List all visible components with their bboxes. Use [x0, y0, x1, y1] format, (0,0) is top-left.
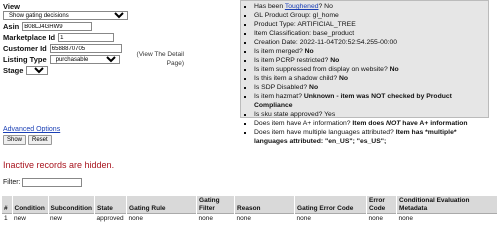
cell-number: 1 — [2, 213, 12, 224]
item-info-list: Has been Toughened? No GL Product Group:… — [244, 2, 485, 146]
asin-input[interactable] — [22, 22, 93, 31]
filter-label: Filter: — [3, 179, 21, 186]
col-header-subcondition[interactable]: Subcondition — [48, 196, 96, 214]
cell-gating-rule: none — [126, 213, 197, 224]
stage-select[interactable]: prod — [26, 66, 49, 75]
info-answer: Item does — [352, 120, 387, 127]
info-a-plus: Does item have A+ information? Item does… — [254, 119, 485, 128]
info-shadow-child: Is this item a shadow child? No — [254, 74, 485, 83]
marketplace-label: Marketplace Id — [3, 33, 56, 42]
info-answer: No — [330, 57, 340, 64]
info-answer: No — [339, 75, 349, 82]
gating-decisions-table: # Condition Subcondition State Gating Ru… — [2, 196, 498, 224]
info-text: ? No — [318, 3, 333, 10]
info-question: Is item hazmat? — [254, 93, 304, 100]
inactive-records-notice: Inactive records are hidden. — [3, 160, 115, 170]
search-form: View Show gating decisions Asin Marketpl… — [3, 2, 131, 77]
col-header-condition[interactable]: Condition — [12, 196, 49, 214]
cell-conditional-metadata: none — [396, 213, 498, 224]
info-question: Is item PCRP restricted? — [254, 57, 331, 64]
view-select[interactable]: Show gating decisions — [3, 11, 128, 20]
cell-subcondition: new — [48, 213, 95, 224]
cell-condition: new — [12, 213, 48, 224]
item-info-panel: Has been Toughened? No GL Product Group:… — [240, 0, 489, 145]
listing-label: Listing Type — [3, 55, 47, 64]
info-answer: No — [304, 48, 314, 55]
col-header-gating-rule[interactable]: Gating Rule — [126, 196, 198, 214]
listing-type-select[interactable]: purchasable — [49, 55, 120, 64]
info-answer: No — [389, 66, 399, 73]
info-languages: Does item have multiple languages attrib… — [254, 128, 485, 146]
info-question: Is item merged? — [254, 48, 305, 55]
col-header-conditional-metadata[interactable]: Conditional Evaluation Metadata — [396, 196, 498, 214]
info-suppressed: Is item suppressed from display on websi… — [254, 65, 485, 74]
toughened-link[interactable]: Toughened — [285, 3, 319, 10]
filter-row: Filter: — [3, 178, 82, 187]
info-toughened: Has been Toughened? No — [254, 2, 485, 11]
form-buttons: Show Reset — [3, 135, 52, 145]
cell-state: approved — [94, 213, 127, 224]
info-question: Is this item a shadow child? — [254, 75, 340, 82]
col-header-gating-error-code[interactable]: Gating Error Code — [294, 196, 368, 214]
asin-row: Asin — [3, 22, 131, 31]
col-header-reason[interactable]: Reason — [234, 196, 296, 214]
listing-row: Listing Type purchasable — [3, 55, 131, 64]
customer-label: Customer Id — [3, 44, 47, 53]
reset-button[interactable]: Reset — [28, 135, 52, 145]
table-header-row: # Condition Subcondition State Gating Ru… — [2, 196, 498, 214]
info-question: Does item have multiple languages attrib… — [254, 129, 396, 136]
info-sku-state: Is sku state approved? Yes — [254, 110, 485, 119]
info-merged: Is item merged? No — [254, 47, 485, 56]
info-question: Does item have A+ information? — [254, 120, 353, 127]
info-answer-emphasis: NOT — [386, 120, 401, 127]
info-answer: No — [309, 84, 319, 91]
view-detail-link[interactable]: (View The Detail Page) — [132, 50, 184, 68]
col-header-gating-filter[interactable]: Gating Filter — [196, 196, 236, 214]
advanced-options-link[interactable]: Advanced Options — [3, 126, 60, 133]
info-question: Is item suppressed from display on websi… — [254, 66, 390, 73]
info-pcrp: Is item PCRP restricted? No — [254, 56, 485, 65]
cell-reason: none — [234, 213, 295, 224]
info-question: Is SDP Disabled? — [254, 84, 310, 91]
view-label: View — [3, 2, 20, 11]
table-row: 1 new new approved none none none none n… — [2, 213, 498, 224]
col-header-number[interactable]: # — [2, 196, 13, 214]
info-gl-product-group: GL Product Group: gl_home — [254, 11, 485, 20]
marketplace-input[interactable] — [58, 33, 115, 42]
customer-row: Customer Id — [3, 44, 131, 53]
customer-input[interactable] — [49, 44, 122, 53]
info-product-type: Product Type: ARTIFICIAL_TREE — [254, 20, 485, 29]
info-sdp-disabled: Is SDP Disabled? No — [254, 83, 485, 92]
marketplace-row: Marketplace Id — [3, 33, 131, 42]
cell-error-code: none — [366, 213, 397, 224]
info-answer: have A+ information — [400, 120, 468, 127]
cell-gating-filter: none — [196, 213, 235, 224]
cell-gating-error-code: none — [294, 213, 367, 224]
info-creation-date: Creation Date: 2022-11-04T20:52:54.255-0… — [254, 38, 485, 47]
col-header-error-code[interactable]: Error Code — [366, 196, 398, 214]
stage-label: Stage — [3, 66, 24, 75]
stage-row: Stage prod — [3, 66, 131, 75]
info-hazmat: Is item hazmat? Unknown - item was NOT c… — [254, 92, 485, 110]
filter-input[interactable] — [21, 178, 82, 187]
info-item-classification: Item Classification: base_product — [254, 29, 485, 38]
info-text: Has been — [254, 3, 285, 10]
show-button[interactable]: Show — [3, 135, 27, 145]
asin-label: Asin — [3, 22, 20, 31]
col-header-state[interactable]: State — [94, 196, 128, 214]
